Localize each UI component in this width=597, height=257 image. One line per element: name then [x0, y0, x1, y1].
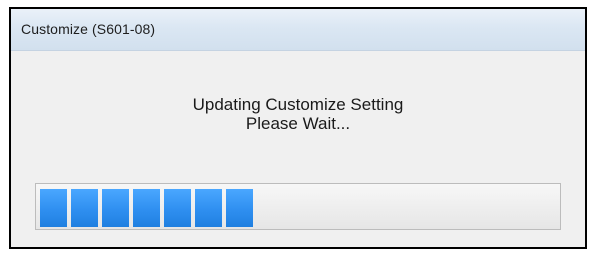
progress-segment: [102, 189, 129, 227]
progress-segment: [133, 189, 160, 227]
progress-segment: [71, 189, 98, 227]
status-message-line2: Please Wait...: [245, 114, 351, 133]
progress-segment: [195, 189, 222, 227]
window-title: Customize (S601-08): [21, 21, 156, 37]
dialog-body: Updating Customize Setting Please Wait..…: [14, 51, 582, 244]
title-bar[interactable]: Customize (S601-08): [11, 9, 585, 51]
status-message-line1: Updating Customize Setting: [192, 95, 404, 114]
dialog-window: Customize (S601-08) Updating Customize S…: [9, 7, 587, 249]
progress-bar: [35, 183, 561, 230]
status-message: Updating Customize Setting Please Wait..…: [14, 95, 582, 133]
progress-segment: [226, 189, 253, 227]
progress-segment: [164, 189, 191, 227]
progress-segment: [40, 189, 67, 227]
